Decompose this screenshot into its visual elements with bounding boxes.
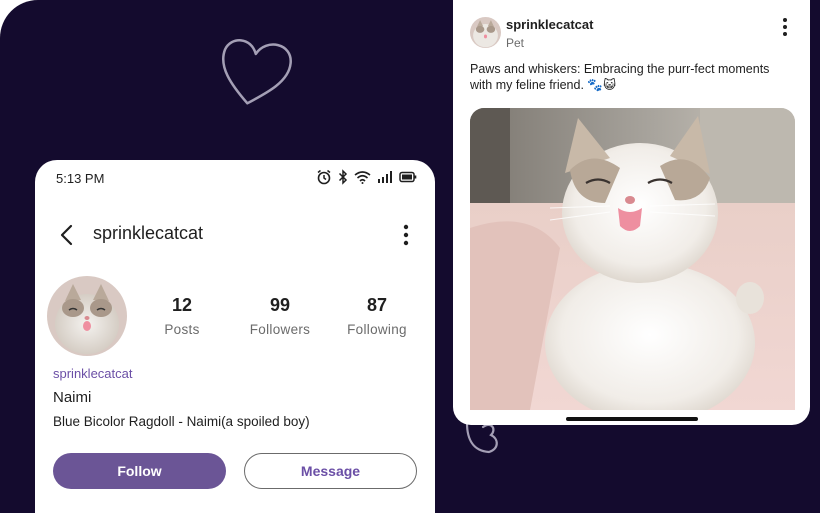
following-label: Following <box>347 322 407 337</box>
follow-button[interactable]: Follow <box>53 453 226 489</box>
bluetooth-icon <box>338 169 348 185</box>
message-button[interactable]: Message <box>244 453 417 489</box>
profile-screen: 5:13 PM sprinklecatcat 12 Posts 99 Follo… <box>35 160 435 513</box>
post-photo[interactable] <box>470 108 795 410</box>
status-bar: 5:13 PM <box>35 160 435 196</box>
status-icons <box>316 169 417 185</box>
post-category: Pet <box>506 36 525 50</box>
more-options-icon[interactable] <box>399 221 413 249</box>
profile-handle: sprinklecatcat <box>53 366 133 381</box>
battery-icon <box>399 171 417 183</box>
post-more-options-icon[interactable] <box>780 16 790 38</box>
profile-title: sprinklecatcat <box>93 223 204 243</box>
back-arrow-icon[interactable] <box>53 221 81 249</box>
followers-label: Followers <box>249 322 311 337</box>
wifi-icon <box>354 171 371 184</box>
signal-icon <box>378 171 392 183</box>
alarm-icon <box>317 169 331 185</box>
posts-count: 12 <box>171 295 193 315</box>
cat-avatar-small-image <box>470 17 501 48</box>
home-indicator <box>566 417 698 421</box>
cat-avatar-image <box>47 276 127 356</box>
followers-count: 99 <box>269 295 291 315</box>
post-username[interactable]: sprinklecatcat <box>506 17 593 32</box>
post-avatar[interactable] <box>470 17 501 48</box>
status-time: 5:13 PM <box>56 171 105 186</box>
posts-stat[interactable]: 12 Posts <box>137 295 227 337</box>
profile-avatar[interactable] <box>47 276 127 356</box>
profile-bio: Blue Bicolor Ragdoll - Naimi(a spoiled b… <box>53 414 310 429</box>
profile-display-name: Naimi <box>53 389 92 406</box>
post-screen: sprinklecatcat Pet Paws and whiskers: Em… <box>453 0 810 425</box>
posts-label: Posts <box>164 322 200 337</box>
app-bar: sprinklecatcat <box>35 215 435 255</box>
followers-stat[interactable]: 99 Followers <box>235 295 325 337</box>
post-caption: Paws and whiskers: Embracing the purr-fe… <box>470 62 770 92</box>
following-count: 87 <box>366 295 388 315</box>
cat-photo-image <box>470 108 795 410</box>
heart-outline-icon <box>222 39 292 105</box>
following-stat[interactable]: 87 Following <box>332 295 422 337</box>
